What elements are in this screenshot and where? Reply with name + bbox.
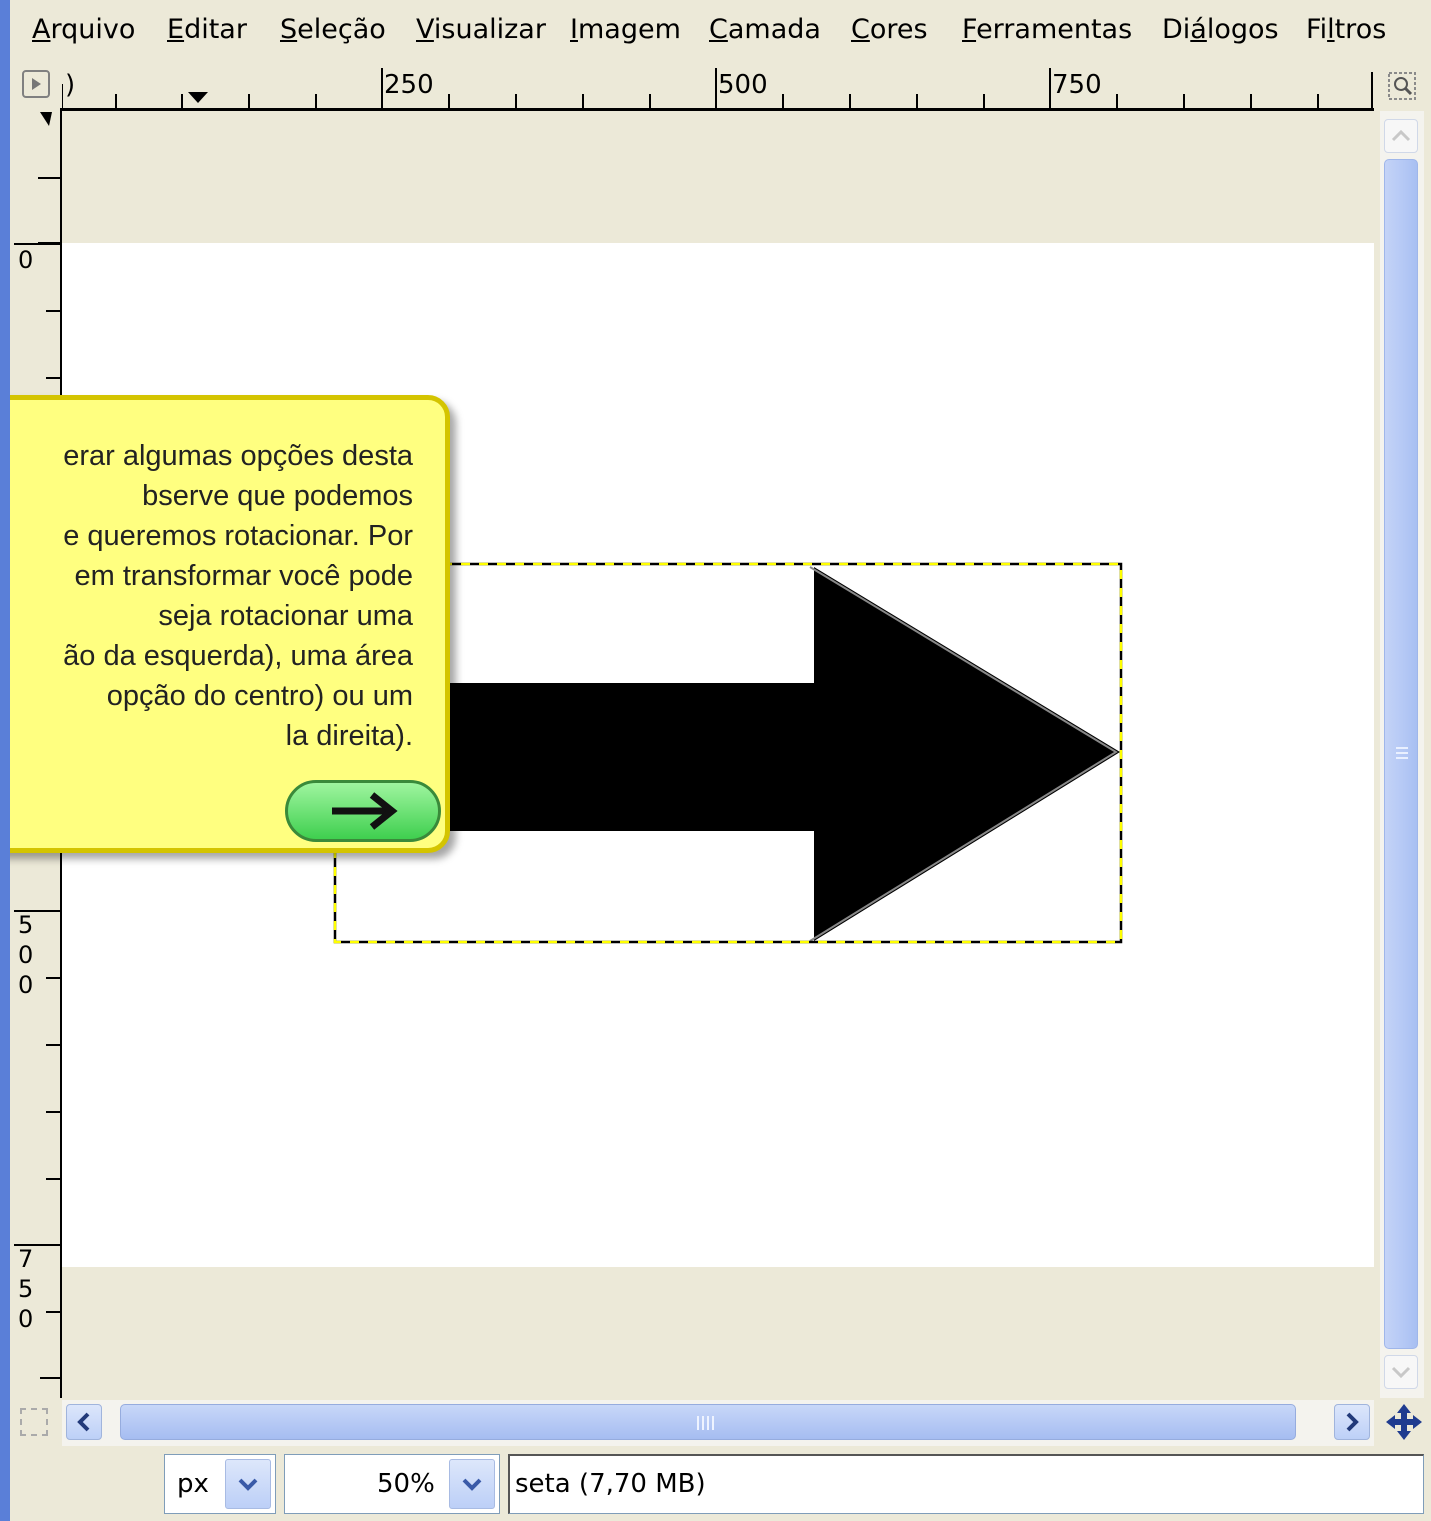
right-arrow-icon <box>332 792 398 830</box>
scroll-down-button[interactable] <box>1384 1355 1418 1389</box>
zoom-image-button[interactable] <box>1386 70 1418 102</box>
magnifier-icon <box>1388 72 1416 100</box>
tutorial-tooltip: erar algumas opções desta bserve que pod… <box>10 395 450 853</box>
horizontal-scrollbar[interactable] <box>62 1400 1374 1446</box>
unit-selector[interactable]: px <box>164 1454 276 1514</box>
vruler-label-750: 750 <box>18 1245 34 1333</box>
menu-visualizar[interactable]: Visualizar <box>416 14 546 45</box>
menu-dialogos[interactable]: Diálogos <box>1162 14 1279 45</box>
hruler-label-500: 500 <box>718 70 768 100</box>
scroll-up-button[interactable] <box>1384 119 1418 153</box>
tooltip-line: la direita). <box>285 720 413 752</box>
scroll-right-button[interactable] <box>1334 1404 1370 1440</box>
menu-camada[interactable]: Camada <box>709 14 821 45</box>
image-info-field: seta (7,70 MB) <box>508 1454 1424 1514</box>
hruler-label-750: 750 <box>1052 70 1102 100</box>
chevron-left-icon <box>77 1412 90 1432</box>
gimp-image-window: Arquivo Editar Seleção Visualizar Imagem… <box>10 0 1431 1521</box>
tooltip-line: ão da esquerda), uma área <box>63 640 413 672</box>
unit-dropdown-button[interactable] <box>225 1459 271 1509</box>
menu-imagem[interactable]: Imagem <box>570 14 681 45</box>
pointer-marker-icon <box>40 112 52 126</box>
play-right-icon <box>32 78 41 90</box>
horizontal-ruler[interactable]: ) 250 500 750 <box>62 62 1374 111</box>
image-info-text: seta (7,70 MB) <box>515 1469 706 1499</box>
tooltip-line: e queremos rotacionar. Por <box>63 520 413 552</box>
zoom-dropdown-button[interactable] <box>449 1459 495 1509</box>
menu-selecao[interactable]: Seleção <box>280 14 386 45</box>
move-arrows-icon <box>1386 1404 1422 1440</box>
chevron-up-icon <box>1391 129 1411 142</box>
chevron-down-icon <box>462 1478 482 1491</box>
navigate-button[interactable] <box>1384 1402 1424 1442</box>
tooltip-next-button[interactable] <box>285 780 441 842</box>
grip-icon <box>697 1416 714 1430</box>
tooltip-text: erar algumas opções desta bserve que pod… <box>10 436 423 756</box>
tooltip-line: bserve que podemos <box>142 480 413 512</box>
tooltip-line: em transformar você pode <box>74 560 413 592</box>
vertical-scroll-thumb[interactable] <box>1384 159 1418 1349</box>
chevron-down-icon <box>238 1478 258 1491</box>
chevron-down-icon <box>1391 1366 1411 1379</box>
hruler-label-0: ) <box>65 70 76 100</box>
vruler-label-500: 500 <box>18 911 34 999</box>
unit-value: px <box>177 1469 209 1499</box>
tooltip-line: opção do centro) ou um <box>106 680 413 712</box>
menu-ferramentas[interactable]: Ferramentas <box>962 14 1132 45</box>
status-bar: px 50% seta (7,70 MB) <box>10 1446 1431 1521</box>
vertical-scrollbar[interactable] <box>1380 111 1424 1398</box>
zoom-value: 50% <box>377 1469 435 1499</box>
quick-mask-toggle[interactable] <box>20 1408 48 1436</box>
zoom-selector[interactable]: 50% <box>284 1454 500 1514</box>
grip-icon <box>1396 747 1408 759</box>
horizontal-scroll-thumb[interactable] <box>120 1404 1296 1440</box>
hruler-label-250: 250 <box>384 70 434 100</box>
scroll-left-button[interactable] <box>66 1404 102 1440</box>
menubar: Arquivo Editar Seleção Visualizar Imagem… <box>10 0 1431 66</box>
tooltip-line: erar algumas opções desta <box>63 440 413 472</box>
vruler-label-0: 0 <box>18 246 34 274</box>
menu-cores[interactable]: Cores <box>851 14 928 45</box>
menu-arquivo[interactable]: Arquivo <box>32 14 135 45</box>
tooltip-line: seja rotacionar uma <box>158 600 413 632</box>
arrow-shape <box>336 567 1120 941</box>
menu-filtros[interactable]: Filtros <box>1306 14 1386 45</box>
pointer-marker-icon <box>188 92 208 103</box>
chevron-right-icon <box>1346 1412 1359 1432</box>
quick-menu-button[interactable] <box>22 70 50 98</box>
menu-editar[interactable]: Editar <box>167 14 247 45</box>
